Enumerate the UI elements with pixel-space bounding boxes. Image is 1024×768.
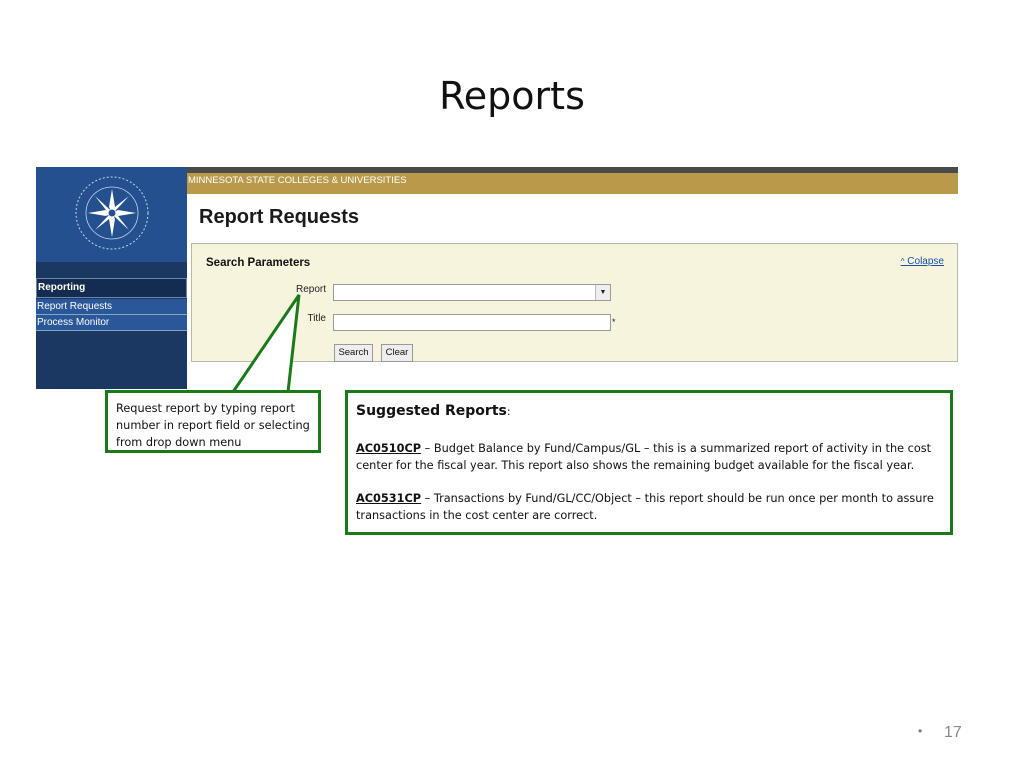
suggested-reports-heading: Suggested Reports: <box>356 403 511 419</box>
collapse-link[interactable]: ^ Colapse <box>901 256 944 267</box>
bullet-icon: • <box>918 724 923 738</box>
nav-item-process-monitor[interactable]: Process Monitor <box>36 315 187 331</box>
report-select[interactable]: ▼ <box>333 284 611 301</box>
report-code: AC0510CP <box>356 442 422 455</box>
dropdown-arrow-icon[interactable]: ▼ <box>595 285 610 300</box>
callout-suggested-reports: Suggested Reports: AC0510CP – Budget Bal… <box>345 390 953 535</box>
title-label: Title <box>307 313 326 324</box>
panel-heading: Search Parameters <box>206 257 311 269</box>
page-heading: Report Requests <box>199 206 360 228</box>
report-ac0510cp: AC0510CP – Budget Balance by Fund/Campus… <box>356 442 932 472</box>
brand-bar: MINNESOTA STATE COLLEGES & UNIVERSITIES <box>187 173 958 194</box>
screenshot: Reporting Report Requests Process Monito… <box>36 167 958 389</box>
university-seal-icon <box>75 176 149 250</box>
main-content: MINNESOTA STATE COLLEGES & UNIVERSITIES … <box>187 167 958 389</box>
report-ac0531cp: AC0531CP – Transactions by Fund/GL/CC/Ob… <box>356 492 934 522</box>
search-parameters-panel: Search Parameters ^ Colapse Report ▼ Tit… <box>191 243 958 362</box>
clear-button[interactable]: Clear <box>381 344 413 362</box>
nav-heading-reporting[interactable]: Reporting <box>36 278 187 298</box>
left-sidebar: Reporting Report Requests Process Monito… <box>36 167 187 389</box>
slide-title: Reports <box>439 74 585 118</box>
nav-item-report-requests[interactable]: Report Requests <box>36 299 187 315</box>
collapse-icon: ^ <box>900 257 905 266</box>
callout-instructions: Request report by typing report number i… <box>105 390 321 453</box>
search-button[interactable]: Search <box>334 344 373 362</box>
page-number: 17 <box>944 724 962 741</box>
title-input[interactable] <box>333 314 611 331</box>
report-code: AC0531CP <box>356 492 422 505</box>
logo-area <box>36 167 187 262</box>
report-label: Report <box>295 284 326 295</box>
required-marker: * <box>612 317 616 327</box>
